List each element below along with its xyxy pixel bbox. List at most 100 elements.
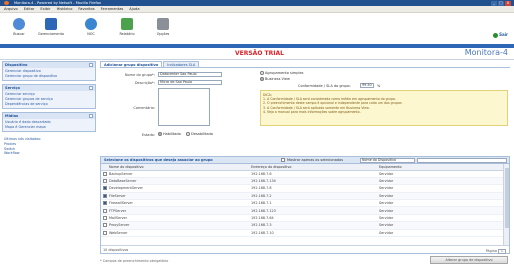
page-select[interactable]: 1 (498, 248, 506, 254)
conformity-label: Conformidade / SLA do grupo: (298, 84, 351, 88)
grid-title: Selecione os dispositivos que deseja ass… (104, 158, 213, 162)
row-checkbox[interactable] (103, 193, 107, 198)
close-button[interactable]: X (505, 0, 511, 6)
panel-header[interactable]: Serviço (3, 85, 95, 91)
radio-unselected-icon (186, 132, 190, 136)
row-checkbox[interactable] (103, 230, 107, 235)
toolbar-opcoes[interactable]: Opções (148, 16, 178, 42)
conformity-unit: % (377, 84, 381, 88)
description-label: Descrição*: (134, 81, 155, 85)
sidebar-panel-dispositivo: Dispositivo Gerenciar dispositivo Gerenc… (2, 61, 96, 81)
collapse-icon[interactable] (89, 86, 93, 90)
save-group-button[interactable]: Alterar grupo de dispositivo (430, 256, 508, 264)
device-name-cell: FileServer (101, 192, 249, 201)
table-row[interactable]: DevelopmentServer 192.168.7.8 Servidor (101, 184, 503, 193)
panel-header[interactable]: Dispositivo (3, 62, 95, 68)
device-type-cell: Servidor (377, 192, 503, 201)
table-row[interactable]: FileServer 192.168.7.2 Servidor (101, 192, 503, 201)
device-address-cell: 192.168.7.8 (249, 184, 377, 193)
app-toolbar: Buscar Gerenciamento NOC Relatório Opçõe… (0, 14, 514, 44)
recent-nodes: Últimos nós visitados: Proxies Switch Wo… (2, 135, 96, 158)
menu-item-arquivo[interactable]: Arquivo (4, 7, 18, 11)
device-name: DataBaseServer (109, 179, 137, 184)
sidebar-link[interactable]: Mapa é Gerenciar mapa (5, 125, 93, 130)
device-name-cell: MailServer (101, 214, 249, 223)
device-name: FileServer (109, 193, 126, 198)
table-row[interactable]: FTPServer 192.168.7.123 Servidor (101, 206, 503, 215)
conformity-input[interactable]: 99.50 (360, 83, 374, 88)
device-name: FirewallServer (109, 201, 133, 206)
table-row[interactable]: DataBaseServer 192.168.7.134 Servidor (101, 177, 503, 186)
device-name: ProxyServer (109, 223, 130, 228)
device-name: DevelopmentServer (109, 186, 143, 191)
comment-textarea[interactable] (158, 88, 210, 126)
globe-icon (85, 18, 97, 30)
panel-header[interactable]: Mídias (3, 113, 95, 119)
filter-field-select[interactable]: Nome do Dispositivo (360, 158, 415, 163)
grouping-simple-label: Agrupamento simples (265, 71, 304, 75)
menu-item-ajuda[interactable]: Ajuda (129, 7, 139, 11)
toolbar-buscar[interactable]: Buscar (4, 16, 34, 42)
maximize-button[interactable]: □ (498, 0, 504, 6)
menu-bar: Arquivo Editar Exibir Histórico Favorito… (0, 6, 514, 13)
row-checkbox[interactable] (103, 186, 107, 191)
toolbar-relatorio[interactable]: Relatório (112, 16, 142, 42)
device-type-cell: Servidor (377, 229, 503, 238)
device-address-cell: 192.168.7.134 (249, 177, 377, 186)
toolbar-gerenciamento[interactable]: Gerenciamento (36, 16, 66, 42)
exit-button[interactable]: Sair (493, 32, 508, 38)
checkbox-icon (281, 158, 285, 162)
recent-link[interactable]: Workflow (4, 151, 94, 156)
device-address-cell: 192.168.7.2 (249, 192, 377, 201)
menu-item-ferramentas[interactable]: Ferramentas (101, 7, 124, 11)
device-address-cell: 192.168.7.64 (249, 214, 377, 223)
grouping-business-view-option[interactable]: Business View (260, 77, 290, 81)
sidebar-link[interactable]: Gerenciar grupo de dispositivo (5, 74, 93, 79)
description-input[interactable]: Micro de Sao Paulo (158, 80, 222, 85)
sidebar-link[interactable]: Dependências de serviço (5, 102, 93, 107)
table-row[interactable]: BackupServer 192.168.7.6 Servidor (101, 170, 503, 178)
state-enabled-option[interactable]: Habilitado (158, 132, 181, 136)
row-checkbox[interactable] (103, 208, 107, 213)
row-checkbox[interactable] (103, 201, 107, 206)
row-checkbox[interactable] (103, 216, 107, 221)
pagination: Página 1 (486, 247, 506, 255)
toolbar-label: Relatório (119, 32, 135, 36)
column-header-label: Nome do dispositivo (109, 164, 144, 169)
scrollbar-thumb[interactable] (505, 168, 509, 228)
group-name-input[interactable]: Datacenter Sao Paulo (158, 72, 222, 77)
minimize-button[interactable]: _ (491, 0, 497, 6)
menu-item-historico[interactable]: Histórico (57, 7, 73, 11)
device-count: 10 dispositivos (103, 248, 129, 252)
menu-item-favoritos[interactable]: Favoritos (78, 7, 94, 11)
sidebar-panel-servico: Serviço Gerenciar serviço Gerenciar grup… (2, 84, 96, 109)
row-checkbox[interactable] (103, 171, 107, 176)
show-selected-toggle[interactable]: Mostrar apenas os selecionados (281, 157, 343, 164)
collapse-icon[interactable] (89, 114, 93, 118)
grouping-simple-option[interactable]: Agrupamento simples (260, 71, 303, 75)
row-checkbox[interactable] (103, 179, 107, 184)
table-row[interactable]: MailServer 192.168.7.64 Servidor (101, 214, 503, 223)
menu-item-editar[interactable]: Editar (24, 7, 35, 11)
state-disabled-option[interactable]: Desabilitado (186, 132, 213, 136)
table-row[interactable]: ProxyServer 192.168.7.3 Servidor (101, 221, 503, 230)
menu-item-exibir[interactable]: Exibir (40, 7, 50, 11)
device-type-cell: Servidor (377, 177, 503, 186)
grid-search-input[interactable] (417, 158, 507, 163)
toolbar-label: NOC (87, 32, 95, 36)
tip-line: 4. Veja o manual para mais informações s… (263, 109, 361, 114)
row-checkbox[interactable] (103, 223, 107, 228)
device-type-cell: Servidor (377, 214, 503, 223)
collapse-icon[interactable] (89, 63, 93, 67)
tools-icon (157, 18, 169, 30)
device-type-cell: Servidor (377, 199, 503, 208)
device-name: BackupServer (109, 171, 133, 176)
table-row[interactable]: WebServer 192.168.7.10 Servidor (101, 229, 503, 238)
device-address-cell: 192.168.7.123 (249, 206, 377, 215)
grid-scrollbar[interactable] (503, 164, 509, 245)
grid-toolbar: Selecione os dispositivos que deseja ass… (101, 157, 509, 164)
panel-title: Serviço (5, 86, 20, 90)
tab-divider (100, 67, 510, 68)
table-row[interactable]: FirewallServer 192.168.7.1 Servidor (101, 199, 503, 208)
toolbar-noc[interactable]: NOC (76, 16, 106, 42)
